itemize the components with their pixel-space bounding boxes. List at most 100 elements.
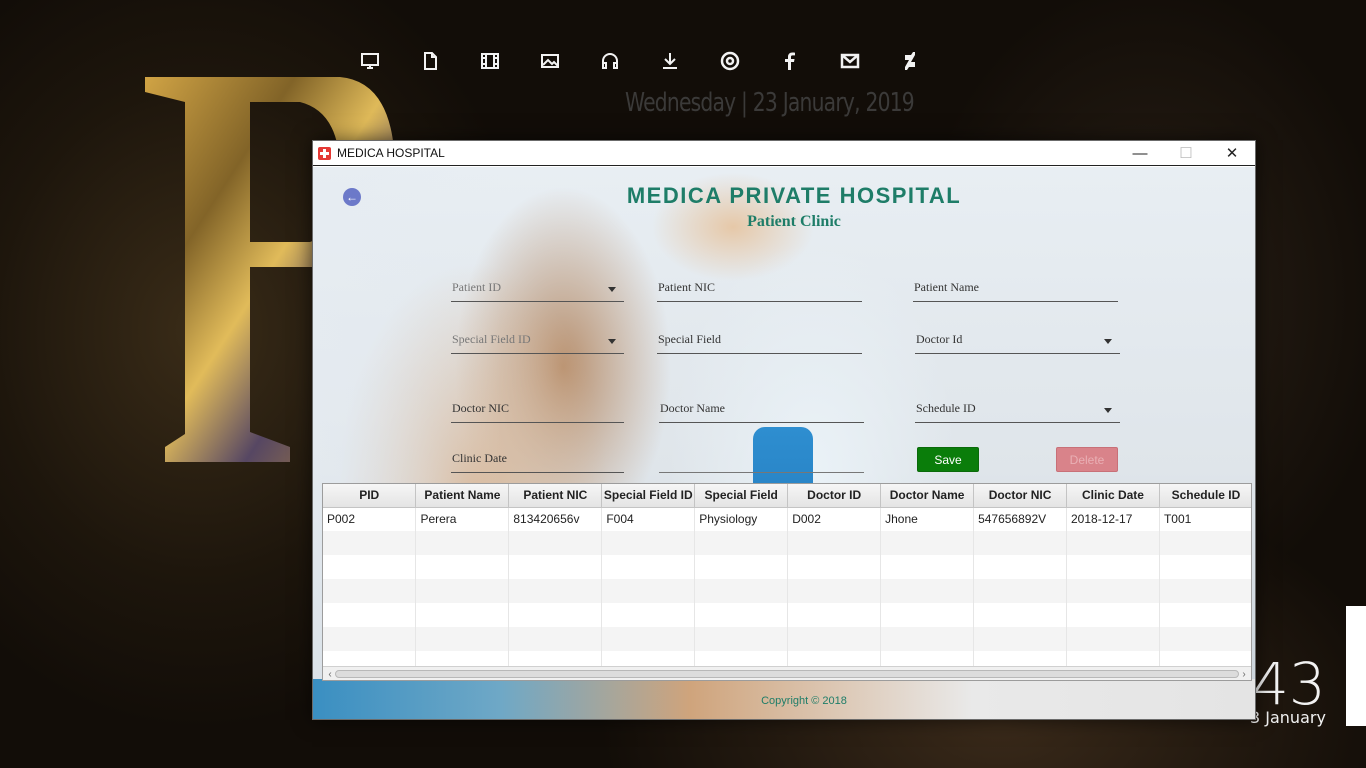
- patient-nic-field[interactable]: Patient NIC: [657, 276, 862, 302]
- table-cell: [601, 579, 696, 603]
- clinic-date-label: Clinic Date: [452, 451, 507, 465]
- table-cell: [694, 627, 789, 651]
- column-header[interactable]: PID: [323, 484, 417, 508]
- table-cell: Jhone: [880, 507, 975, 531]
- table-cell: [787, 627, 882, 651]
- special-field-id-label: Special Field ID: [452, 332, 531, 346]
- table-cell: [323, 579, 417, 603]
- table-cell: [973, 555, 1067, 579]
- column-header[interactable]: Doctor NIC: [973, 484, 1067, 508]
- table-cell: [787, 603, 882, 627]
- clinic-date-value-field[interactable]: [659, 447, 864, 473]
- table-cell: [1066, 555, 1160, 579]
- table-cell: [1066, 603, 1160, 627]
- table-cell: [880, 603, 975, 627]
- table-cell: [601, 603, 696, 627]
- table-cell: [601, 531, 696, 555]
- table-cell: [415, 627, 510, 651]
- horizontal-scrollbar[interactable]: ‹ ›: [323, 666, 1251, 680]
- table-row[interactable]: [323, 531, 1251, 555]
- minimize-button[interactable]: —: [1117, 141, 1163, 165]
- special-field-label: Special Field: [658, 332, 721, 346]
- chevron-down-icon: [608, 287, 616, 292]
- column-header[interactable]: Doctor ID: [787, 484, 882, 508]
- table-cell: Physiology: [694, 507, 789, 531]
- desktop-clock-date: 3 January: [1250, 708, 1326, 727]
- table-row[interactable]: [323, 579, 1251, 603]
- film-icon[interactable]: [460, 46, 520, 76]
- special-field-id-select[interactable]: Special Field ID: [451, 328, 624, 354]
- table-cell: [415, 603, 510, 627]
- headphones-icon[interactable]: [580, 46, 640, 76]
- doctor-name-field[interactable]: Doctor Name: [659, 397, 864, 423]
- column-header[interactable]: Schedule ID: [1159, 484, 1251, 508]
- table-cell: [880, 627, 975, 651]
- document-icon[interactable]: [400, 46, 460, 76]
- table-cell: P002: [323, 507, 417, 531]
- table-cell: [1066, 627, 1160, 651]
- table-cell: [880, 579, 975, 603]
- clinic-table[interactable]: PID Patient Name Patient NIC Special Field …: [322, 483, 1252, 681]
- column-header[interactable]: Patient Name: [415, 484, 510, 508]
- table-cell: [1066, 579, 1160, 603]
- table-cell: [1159, 627, 1251, 651]
- table-header-row: PID Patient Name Patient NIC Special Field …: [323, 484, 1251, 508]
- hospital-app-icon: [318, 146, 331, 160]
- maximize-button[interactable]: ☐: [1163, 141, 1209, 165]
- table-cell: [601, 555, 696, 579]
- table-cell: [508, 555, 603, 579]
- monitor-icon[interactable]: [340, 46, 400, 76]
- table-cell: [323, 603, 417, 627]
- chrome-icon[interactable]: [700, 46, 760, 76]
- schedule-id-select[interactable]: Schedule ID: [915, 397, 1120, 423]
- table-row[interactable]: [323, 603, 1251, 627]
- facebook-icon[interactable]: [760, 46, 820, 76]
- table-row[interactable]: P002 Perera 813420656v F004 Physiology D002 Jh…: [323, 507, 1251, 531]
- side-panel-tab[interactable]: [1346, 606, 1366, 726]
- table-cell: [415, 579, 510, 603]
- table-cell: [973, 531, 1067, 555]
- scroll-right-icon[interactable]: ›: [1238, 668, 1250, 680]
- table-cell: 813420656v: [508, 507, 603, 531]
- table-cell: [787, 531, 882, 555]
- table-cell: [1159, 579, 1251, 603]
- download-icon[interactable]: [640, 46, 700, 76]
- clinic-date-field[interactable]: Clinic Date: [451, 447, 624, 473]
- window-title: MEDICA HOSPITAL: [337, 146, 445, 160]
- patient-name-field[interactable]: Patient Name: [913, 276, 1118, 302]
- patient-id-label: Patient ID: [452, 280, 501, 294]
- doctor-id-select[interactable]: Doctor Id: [915, 328, 1120, 354]
- table-cell: [973, 627, 1067, 651]
- image-icon[interactable]: [520, 46, 580, 76]
- table-cell: [787, 555, 882, 579]
- table-cell: [694, 579, 789, 603]
- clinic-form-panel: ← MEDICA PRIVATE HOSPITAL Patient Clinic…: [313, 167, 1255, 719]
- patient-id-select[interactable]: Patient ID: [451, 276, 624, 302]
- close-button[interactable]: ✕: [1209, 141, 1255, 165]
- page-title: MEDICA PRIVATE HOSPITAL: [626, 183, 962, 208]
- delete-button[interactable]: Delete: [1056, 447, 1118, 472]
- table-cell: T001: [1159, 507, 1251, 531]
- doctor-nic-field[interactable]: Doctor NIC: [451, 397, 624, 423]
- column-header[interactable]: Special Field ID: [601, 484, 696, 508]
- scrollbar-thumb[interactable]: [335, 670, 1239, 678]
- column-header[interactable]: Special Field: [694, 484, 789, 508]
- window-titlebar[interactable]: MEDICA HOSPITAL — ☐ ✕: [313, 141, 1255, 166]
- column-header[interactable]: Patient NIC: [508, 484, 603, 508]
- table-cell: [323, 555, 417, 579]
- special-field-field[interactable]: Special Field: [657, 328, 862, 354]
- table-cell: [415, 531, 510, 555]
- table-cell: [1159, 555, 1251, 579]
- table-row[interactable]: [323, 555, 1251, 579]
- table-cell: F004: [601, 507, 696, 531]
- table-cell: [880, 555, 975, 579]
- chevron-down-icon: [1104, 339, 1112, 344]
- column-header[interactable]: Clinic Date: [1066, 484, 1160, 508]
- table-cell: [415, 555, 510, 579]
- save-button[interactable]: Save: [917, 447, 979, 472]
- mail-icon[interactable]: [820, 46, 880, 76]
- table-row[interactable]: [323, 627, 1251, 651]
- column-header[interactable]: Doctor Name: [880, 484, 975, 508]
- table-cell: [1066, 531, 1160, 555]
- deviantart-icon[interactable]: [880, 46, 940, 76]
